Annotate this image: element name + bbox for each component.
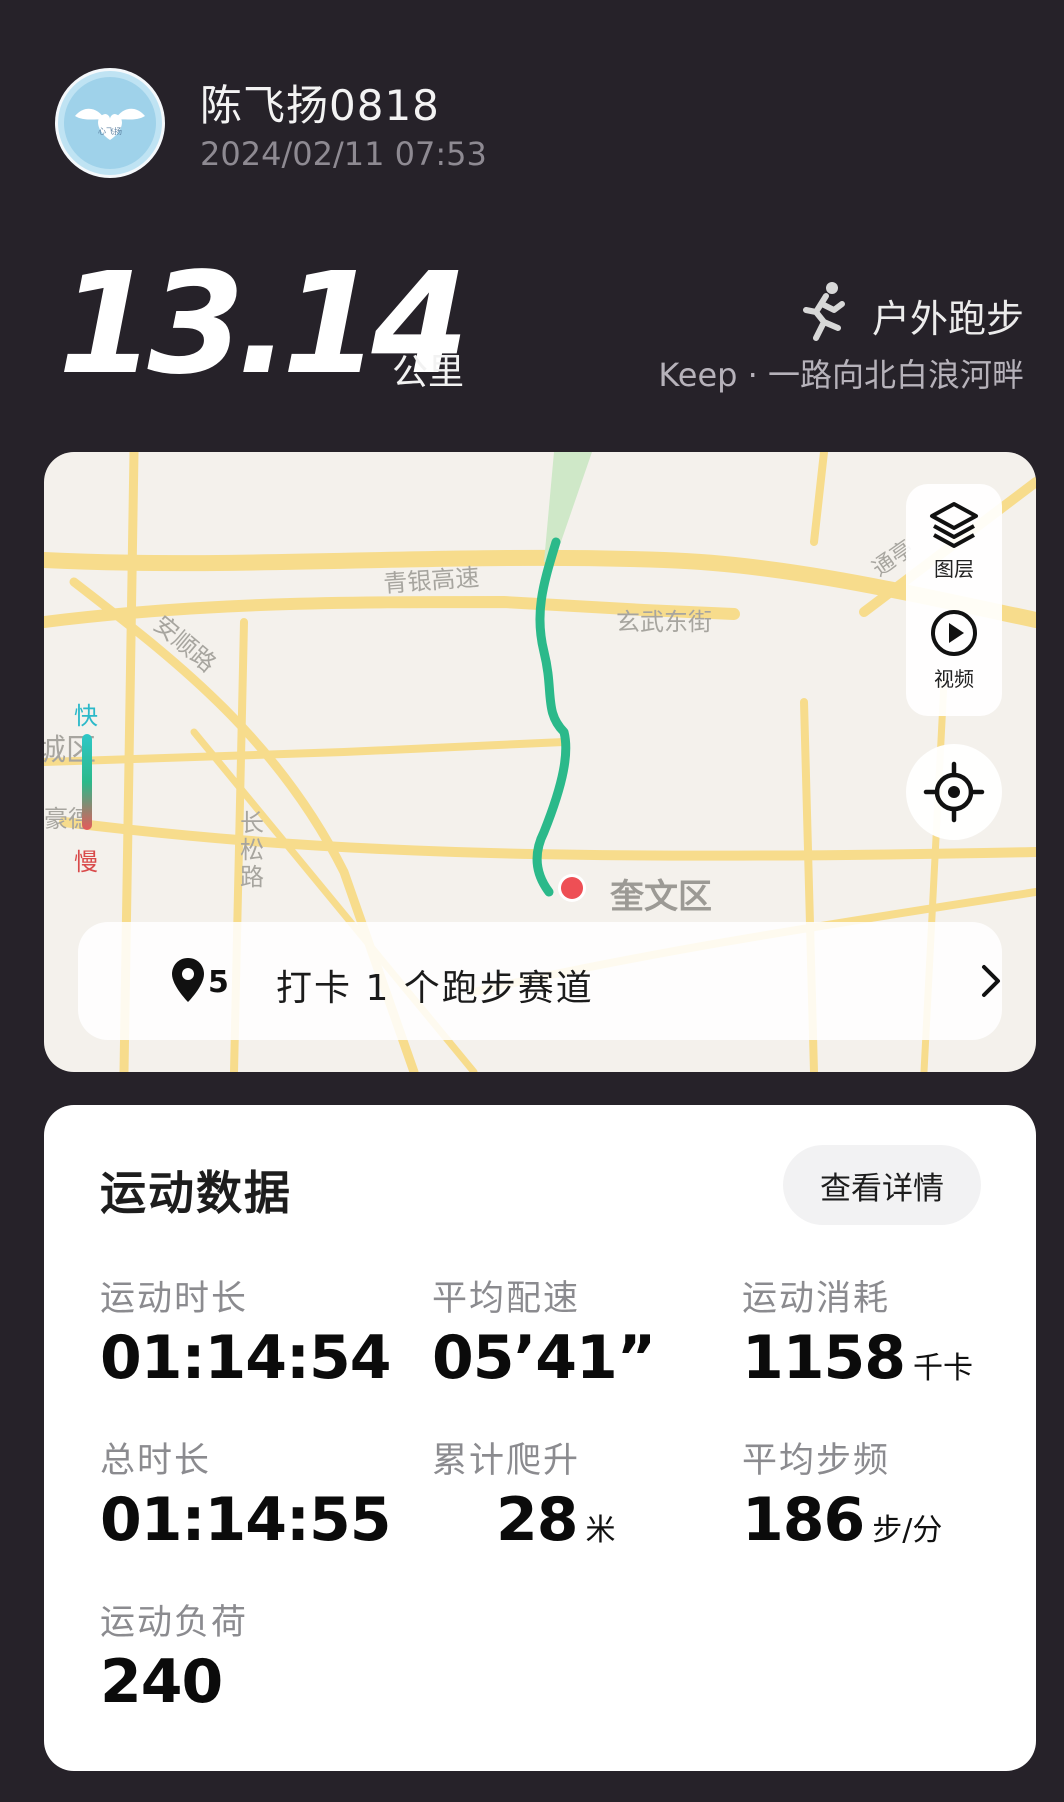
distance-unit: 公里 bbox=[392, 352, 465, 393]
layers-icon bbox=[930, 502, 978, 548]
cadence-unit: 步/分 bbox=[872, 1513, 943, 1548]
track-pin-icon: 5 bbox=[172, 958, 229, 1002]
speed-slow-label: 慢 bbox=[74, 848, 98, 876]
activity-datetime: 2024/02/11 07:53 bbox=[200, 135, 487, 173]
speed-gradient-bar bbox=[82, 734, 92, 830]
elevation-unit: 米 bbox=[585, 1513, 616, 1548]
stat-value-total-time: 01:14:55 bbox=[100, 1485, 391, 1555]
layers-button[interactable]: 图层 bbox=[906, 500, 1002, 582]
avatar[interactable]: 心飞扬 bbox=[55, 68, 165, 178]
user-name[interactable]: 陈飞扬0818 bbox=[200, 72, 440, 133]
video-label: 视频 bbox=[934, 667, 974, 691]
stat-value-load: 240 bbox=[100, 1647, 223, 1717]
road-label: 青银高速 bbox=[382, 563, 480, 598]
svg-text:5: 5 bbox=[208, 965, 229, 1000]
stat-value-pace: 05’41” bbox=[432, 1323, 656, 1393]
district-label: 奎文区 bbox=[609, 877, 712, 917]
stat-label-cadence: 平均步频 bbox=[742, 1441, 891, 1481]
track-checkin-bar[interactable]: 5 打卡 1 个跑步赛道 bbox=[78, 922, 1002, 1040]
section-title: 运动数据 bbox=[100, 1166, 292, 1220]
workout-data-card: 运动数据 查看详情 运动时长 01:14:54 平均配速 05’41” 运动消耗… bbox=[44, 1105, 1036, 1771]
calories-unit: 千卡 bbox=[913, 1351, 973, 1386]
end-marker bbox=[561, 877, 583, 899]
stat-label-elevation: 累计爬升 bbox=[432, 1441, 581, 1481]
avatar-caption: 心飞扬 bbox=[98, 126, 122, 136]
stat-label-duration: 运动时长 bbox=[100, 1279, 249, 1319]
stat-label-total-time: 总时长 bbox=[100, 1441, 212, 1481]
video-button[interactable]: 视频 bbox=[906, 608, 1002, 692]
stat-label-load: 运动负荷 bbox=[100, 1603, 249, 1643]
checkin-text: 打卡 1 个跑步赛道 bbox=[276, 968, 594, 1009]
layers-label: 图层 bbox=[934, 557, 974, 581]
stat-value-elevation: 28 米 bbox=[496, 1485, 616, 1555]
road-north bbox=[810, 452, 828, 546]
road-label-changsong: 长松路 bbox=[240, 809, 264, 891]
speed-fast-label: 快 bbox=[74, 702, 98, 730]
map-tools-panel: 图层 视频 bbox=[906, 484, 1002, 716]
sport-type: 户外跑步 bbox=[871, 297, 1024, 341]
running-icon bbox=[803, 282, 845, 341]
stat-value-cadence: 186 步/分 bbox=[742, 1485, 943, 1555]
road-label: 玄武东街 bbox=[616, 608, 712, 636]
stat-label-pace: 平均配速 bbox=[432, 1279, 581, 1319]
route-name[interactable]: Keep · 一路向北白浪河畔 bbox=[658, 350, 1024, 396]
speed-legend: 快 慢 bbox=[68, 696, 108, 876]
run-route bbox=[532, 537, 571, 897]
locate-button[interactable] bbox=[906, 744, 1002, 840]
play-icon bbox=[931, 610, 977, 656]
stat-label-calories: 运动消耗 bbox=[742, 1279, 891, 1319]
road-mid bbox=[44, 738, 568, 766]
view-details-button[interactable]: 查看详情 bbox=[783, 1145, 981, 1225]
crosshair-icon bbox=[923, 761, 985, 823]
stat-value-calories: 1158 千卡 bbox=[742, 1323, 973, 1393]
route-map[interactable]: 青银高速 玄武东街 安顺路 通亭 豪德 城区 奎文区 长松路 快 慢 图层 视频… bbox=[44, 452, 1036, 1072]
chevron-right-icon bbox=[982, 965, 1000, 997]
stat-value-duration: 01:14:54 bbox=[100, 1323, 391, 1393]
